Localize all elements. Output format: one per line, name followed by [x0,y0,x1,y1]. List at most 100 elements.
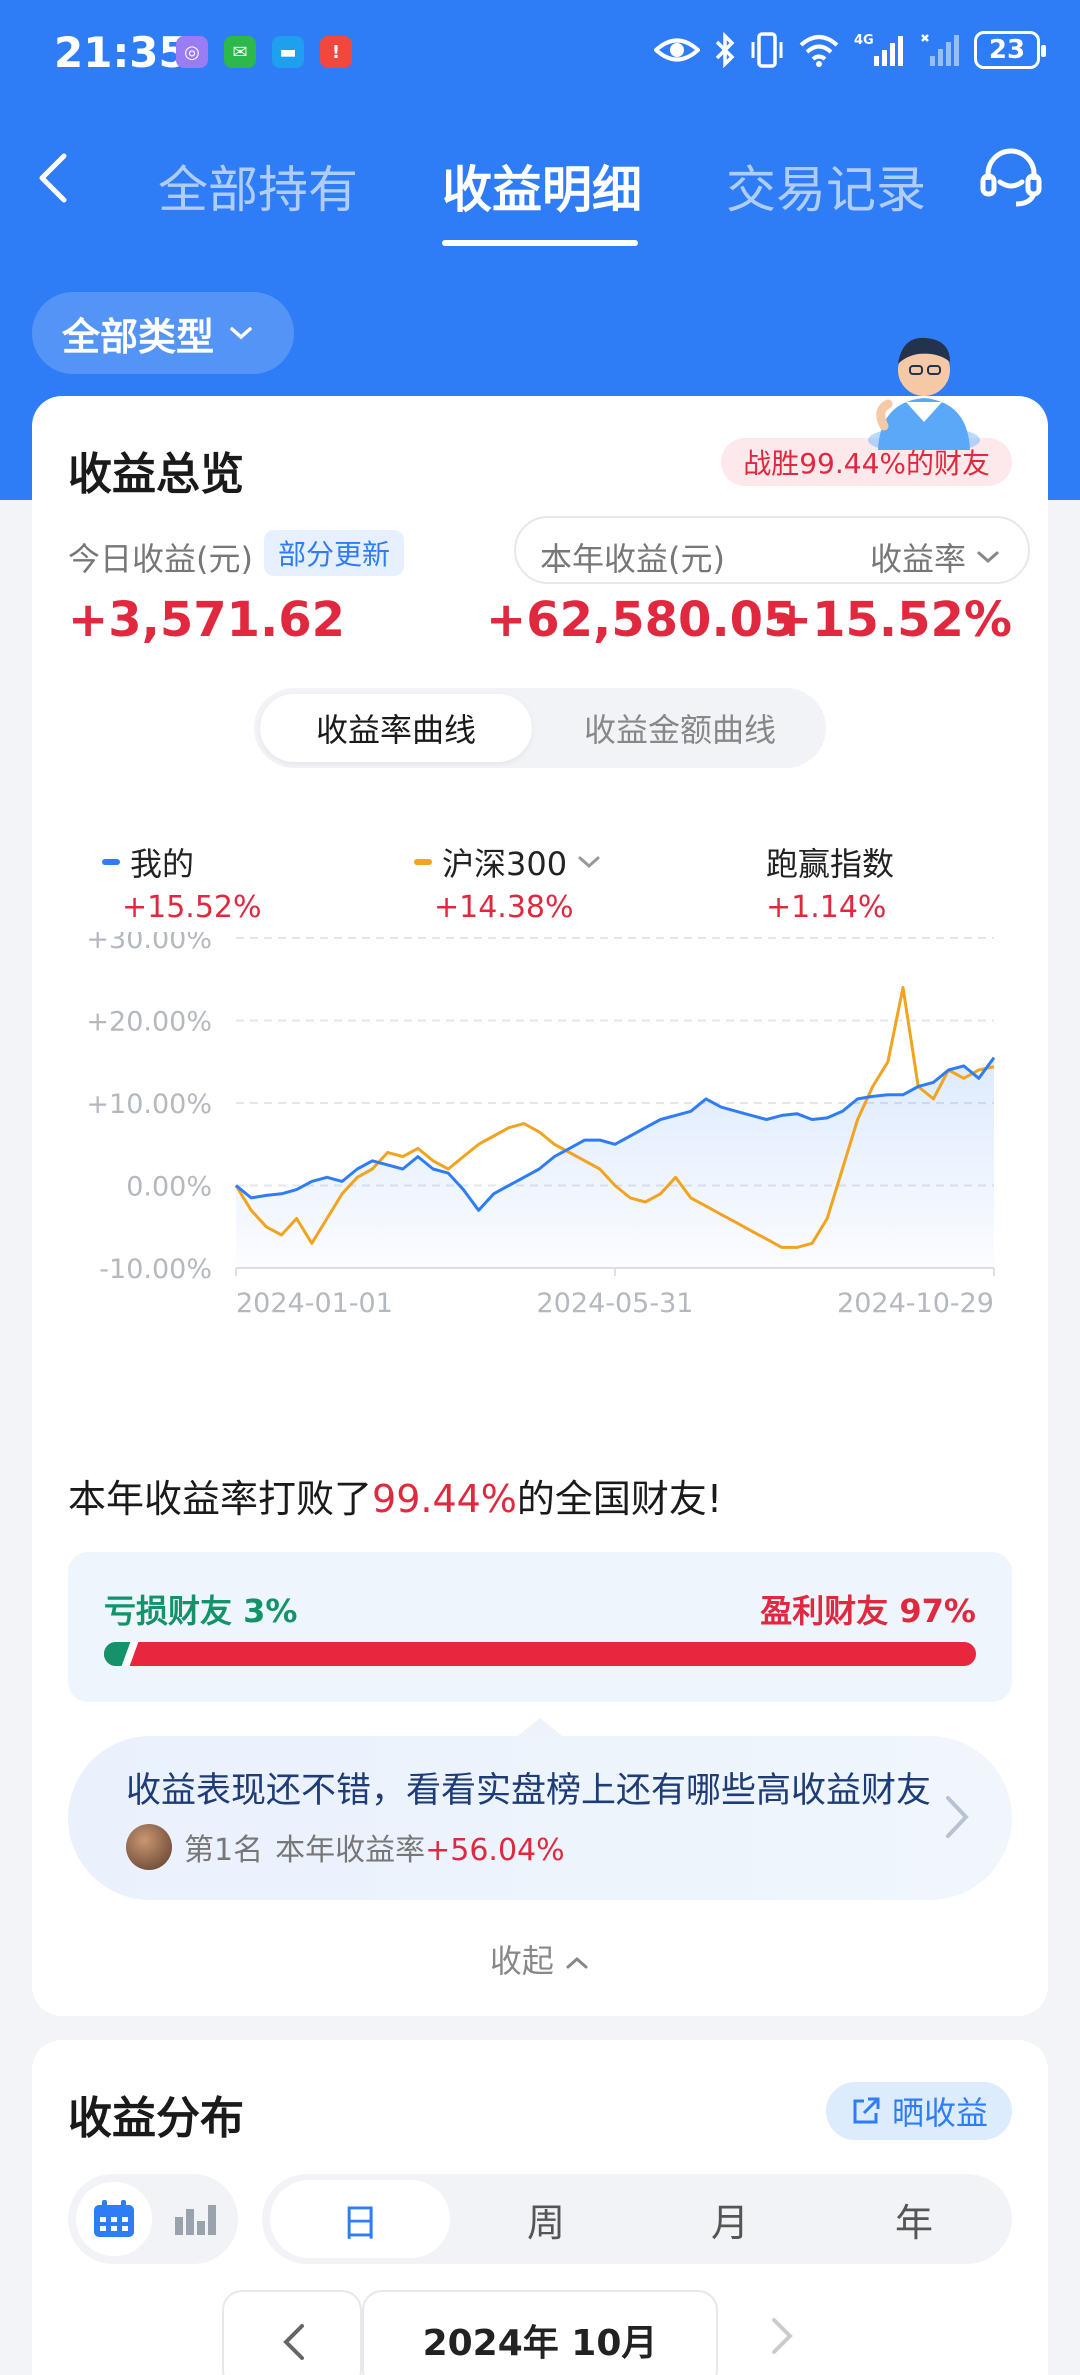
profit-overview-card: 收益总览 战胜99.44%的财友 今日收益(元) 部分更新 本年收益(元) 收益… [32,396,1048,2016]
share-icon [853,2097,880,2124]
distribution-title: 收益分布 [68,2093,244,2144]
legend-index-label: 沪深300 [442,845,568,883]
status-app-icons: ◎ ✉ ▬ ! [176,36,352,68]
period-week[interactable]: 周 [456,2174,636,2264]
distribution-bar [104,1642,976,1666]
legend-mine: 我的 +15.52% [102,840,262,925]
legend-beat-label: 跑赢指数 [766,845,895,883]
vibrate-icon [750,30,784,70]
chevron-up-icon [566,1956,588,1969]
legend-index[interactable]: 沪深300 +14.38% [414,840,601,925]
beat-suffix: 的全国财友! [516,1477,723,1521]
chevron-right-icon [946,1796,969,1838]
chart-svg: +30.00% +20.00% +10.00% 0.00% -10.00% 2024-01… [86,924,996,1319]
beat-prefix: 本年收益率打败了 [68,1477,373,1521]
calendar-icon [94,2200,134,2237]
type-filter-label: 全部类型 [62,314,215,359]
period-month[interactable]: 月 [640,2174,820,2264]
overview-title: 收益总览 [68,449,244,500]
alert-app-icon: ! [320,36,352,68]
mascot-illustration [858,318,988,454]
app-notification-icon: ◎ [176,36,208,68]
tab-trade-records[interactable]: 交易记录 [726,150,926,222]
mine-area [236,1057,994,1268]
beat-pct: 99.44% [372,1477,517,1521]
bluetooth-icon [714,30,736,70]
rank-pointer [518,1718,562,1736]
avatar [126,1824,172,1870]
y-tick-label: +20.00% [86,1007,212,1038]
leaderboard-banner[interactable]: 收益表现还不错，看看实盘榜上还有哪些高收益财友 第1名 本年收益率+56.04% [68,1736,1012,1900]
top-nav: 全部持有 收益明细 交易记录 [0,130,1080,250]
collapse-button[interactable]: 收起 [32,1936,1048,1982]
x-tick-label: 2024-05-31 [537,1288,694,1319]
wechat-icon: ✉ [224,36,256,68]
battery-indicator: 23 [974,31,1046,69]
mine-color-swatch [102,859,120,865]
partial-update-badge[interactable]: 部分更新 [264,530,405,576]
profit-distribution-card: 收益分布 晒收益 日 周 月 年 2024年 10月 [32,2040,1048,2375]
x-tick-label: 2024-10-29 [837,1288,994,1319]
leaderboard-rate-value: +56.04% [425,1833,565,1868]
tab-amount-curve[interactable]: 收益金额曲线 [540,694,820,762]
rate-label: 收益率 [870,540,967,578]
leaderboard-rate-label: 本年收益率 [275,1833,426,1868]
status-bar: 21:35 ◎ ✉ ▬ ! 4G 23 [0,0,1080,105]
legend-index-value: +14.38% [434,890,574,925]
tab-rate-curve[interactable]: 收益率曲线 [260,694,532,762]
year-profit-value: +62,580.05 [486,592,797,648]
x-tick-label: 2024-01-01 [236,1288,393,1319]
signal-empty-icon [920,30,960,70]
period-selector: 日 周 月 年 [262,2174,1012,2264]
legend-beat: 跑赢指数 +1.14% [766,840,894,925]
eye-icon [654,30,700,70]
period-day[interactable]: 日 [270,2180,450,2258]
type-filter-dropdown[interactable]: 全部类型 [32,292,294,374]
year-profit-label: 本年收益(元) [540,540,725,578]
customer-service-icon[interactable] [978,144,1044,210]
leaderboard-top: 第1名 本年收益率+56.04% [126,1824,565,1870]
profit-rate-chart[interactable]: +30.00% +20.00% +10.00% 0.00% -10.00% 2024-01… [32,924,1048,1372]
wifi-icon [798,30,840,70]
back-icon[interactable] [30,148,80,208]
y-tick-label: +10.00% [86,1089,212,1120]
chevron-down-icon [578,856,600,869]
bar-view-button[interactable] [160,2182,230,2256]
beat-statement: 本年收益率打败了99.44%的全国财友! [68,1468,722,1523]
rate-dropdown[interactable]: 收益率 [870,534,1000,580]
status-time: 21:35 [54,28,188,77]
rate-value: +15.52% [771,592,1012,648]
bar-chart-icon [175,2205,216,2235]
leaderboard-title: 收益表现还不错，看看实盘榜上还有哪些高收益财友 [126,1771,932,1811]
y-tick-label: +30.00% [86,932,212,955]
calendar-view-button[interactable] [76,2182,152,2256]
share-label: 晒收益 [891,2094,988,2132]
today-profit-value: +3,571.62 [68,592,346,648]
svg-text:4G: 4G [854,33,874,48]
today-profit-label: 今日收益(元) [68,540,253,578]
chevron-down-icon [230,327,252,340]
legend-beat-value: +1.14% [766,890,887,925]
chevron-left-icon [283,2324,304,2360]
index-color-swatch [414,859,432,865]
share-profit-button[interactable]: 晒收益 [825,2082,1012,2140]
legend-mine-value: +15.52% [122,890,262,925]
chevron-right-icon [772,2318,793,2354]
period-year[interactable]: 年 [824,2174,1004,2264]
signal-4g-icon: 4G [854,30,906,70]
tab-profit-detail[interactable]: 收益明细 [442,150,642,222]
loss-friends-label: 亏损财友 3% [104,1592,298,1630]
next-month-button[interactable] [762,2306,802,2366]
message-icon: ▬ [272,36,304,68]
leaderboard-position: 第1名 [184,1833,264,1868]
chevron-down-icon [977,551,999,564]
prev-month-button[interactable] [222,2290,362,2375]
y-tick-label: 0.00% [126,1172,212,1203]
collapse-label: 收起 [489,1942,554,1980]
current-month[interactable]: 2024年 10月 [362,2290,718,2375]
tab-all-holdings[interactable]: 全部持有 [158,150,358,222]
win-friends-label: 盈利财友 97% [760,1592,976,1630]
y-tick-label: -10.00% [99,1254,212,1285]
legend-mine-label: 我的 [130,845,195,883]
curve-toggle: 收益率曲线 收益金额曲线 [254,688,826,768]
